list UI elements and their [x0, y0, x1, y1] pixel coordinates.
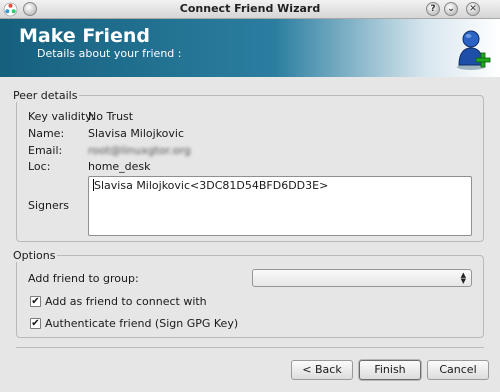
email-value: root@linuxgtor.org	[88, 144, 191, 157]
name-label: Name:	[28, 127, 65, 140]
signers-label: Signers	[28, 199, 70, 212]
signers-textbox[interactable]: Slavisa Milojkovic<3DC81D54BFD6DD3E>	[88, 176, 472, 236]
window-title: Connect Friend Wizard	[179, 2, 321, 15]
loc-label: Loc:	[28, 160, 51, 173]
add-as-friend-checkbox[interactable]: ✔	[30, 296, 41, 307]
cancel-button[interactable]: Cancel	[427, 360, 489, 380]
authenticate-checkbox[interactable]: ✔	[30, 318, 41, 329]
help-button[interactable]: ?	[426, 2, 440, 16]
page-subtitle: Details about your friend :	[37, 47, 182, 60]
add-user-icon	[457, 30, 491, 70]
key-validity-value: No Trust	[88, 110, 134, 123]
finish-button[interactable]: Finish	[359, 360, 421, 380]
key-validity-label: Key validity:	[28, 110, 95, 123]
authenticate-label[interactable]: Authenticate friend (Sign GPG Key)	[45, 317, 238, 330]
add-as-friend-label[interactable]: Add as friend to connect with	[45, 295, 207, 308]
name-value: Slavisa Milojkovic	[88, 127, 185, 140]
minimize-button[interactable]: ⌄	[444, 2, 458, 16]
loc-value: home_desk	[88, 160, 151, 173]
close-button[interactable]: ✕	[466, 2, 480, 16]
up-down-arrows-icon: ▲ ▼	[460, 271, 466, 285]
signers-text: Slavisa Milojkovic<3DC81D54BFD6DD3E>	[94, 179, 329, 192]
email-label: Email:	[28, 144, 63, 157]
title-bar: Connect Friend Wizard ? ⌄ ✕	[0, 0, 500, 19]
group-select[interactable]: ▲ ▼	[252, 269, 472, 287]
add-to-group-label: Add friend to group:	[28, 272, 139, 285]
peer-details-title: Peer details	[11, 89, 80, 102]
page-title: Make Friend	[19, 25, 151, 47]
options-title: Options	[11, 249, 58, 262]
footer-divider	[16, 347, 484, 348]
back-button[interactable]: < Back	[291, 360, 353, 380]
wizard-header: Make Friend Details about your friend :	[0, 19, 500, 77]
